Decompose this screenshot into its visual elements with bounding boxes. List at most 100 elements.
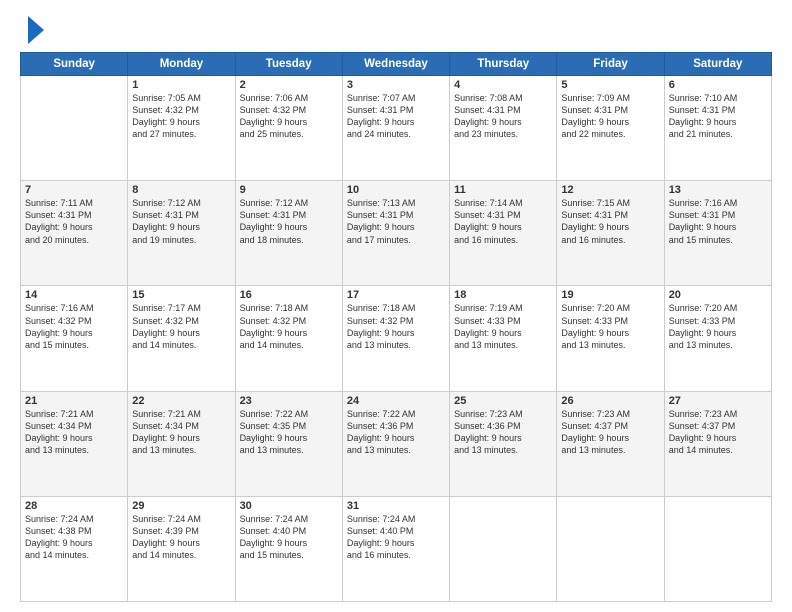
- logo: [20, 16, 44, 44]
- logo-arrow-icon: [28, 16, 44, 44]
- day-number: 22: [132, 395, 230, 407]
- day-number: 21: [25, 395, 123, 407]
- day-number: 5: [561, 79, 659, 91]
- day-info: Sunrise: 7:22 AMSunset: 4:35 PMDaylight:…: [240, 408, 338, 457]
- calendar-cell: 5Sunrise: 7:09 AMSunset: 4:31 PMDaylight…: [557, 76, 664, 181]
- day-info: Sunrise: 7:12 AMSunset: 4:31 PMDaylight:…: [132, 197, 230, 246]
- day-number: 28: [25, 500, 123, 512]
- day-info: Sunrise: 7:16 AMSunset: 4:31 PMDaylight:…: [669, 197, 767, 246]
- day-info: Sunrise: 7:23 AMSunset: 4:36 PMDaylight:…: [454, 408, 552, 457]
- day-info: Sunrise: 7:17 AMSunset: 4:32 PMDaylight:…: [132, 302, 230, 351]
- week-row-4: 21Sunrise: 7:21 AMSunset: 4:34 PMDayligh…: [21, 391, 772, 496]
- day-info: Sunrise: 7:06 AMSunset: 4:32 PMDaylight:…: [240, 92, 338, 141]
- col-header-tuesday: Tuesday: [235, 53, 342, 76]
- calendar-cell: [664, 496, 771, 601]
- calendar-cell: 21Sunrise: 7:21 AMSunset: 4:34 PMDayligh…: [21, 391, 128, 496]
- day-info: Sunrise: 7:18 AMSunset: 4:32 PMDaylight:…: [347, 302, 445, 351]
- calendar-cell: 16Sunrise: 7:18 AMSunset: 4:32 PMDayligh…: [235, 286, 342, 391]
- day-info: Sunrise: 7:23 AMSunset: 4:37 PMDaylight:…: [669, 408, 767, 457]
- day-info: Sunrise: 7:05 AMSunset: 4:32 PMDaylight:…: [132, 92, 230, 141]
- day-number: 24: [347, 395, 445, 407]
- day-info: Sunrise: 7:16 AMSunset: 4:32 PMDaylight:…: [25, 302, 123, 351]
- day-number: 19: [561, 289, 659, 301]
- col-header-friday: Friday: [557, 53, 664, 76]
- day-info: Sunrise: 7:13 AMSunset: 4:31 PMDaylight:…: [347, 197, 445, 246]
- day-info: Sunrise: 7:20 AMSunset: 4:33 PMDaylight:…: [561, 302, 659, 351]
- day-info: Sunrise: 7:21 AMSunset: 4:34 PMDaylight:…: [132, 408, 230, 457]
- week-row-5: 28Sunrise: 7:24 AMSunset: 4:38 PMDayligh…: [21, 496, 772, 601]
- calendar-cell: 28Sunrise: 7:24 AMSunset: 4:38 PMDayligh…: [21, 496, 128, 601]
- calendar-cell: 4Sunrise: 7:08 AMSunset: 4:31 PMDaylight…: [450, 76, 557, 181]
- calendar-cell: 22Sunrise: 7:21 AMSunset: 4:34 PMDayligh…: [128, 391, 235, 496]
- day-number: 16: [240, 289, 338, 301]
- calendar-cell: 29Sunrise: 7:24 AMSunset: 4:39 PMDayligh…: [128, 496, 235, 601]
- calendar-cell: 15Sunrise: 7:17 AMSunset: 4:32 PMDayligh…: [128, 286, 235, 391]
- calendar-cell: 20Sunrise: 7:20 AMSunset: 4:33 PMDayligh…: [664, 286, 771, 391]
- day-number: 9: [240, 184, 338, 196]
- day-info: Sunrise: 7:07 AMSunset: 4:31 PMDaylight:…: [347, 92, 445, 141]
- calendar-cell: 23Sunrise: 7:22 AMSunset: 4:35 PMDayligh…: [235, 391, 342, 496]
- calendar-cell: 9Sunrise: 7:12 AMSunset: 4:31 PMDaylight…: [235, 181, 342, 286]
- day-info: Sunrise: 7:11 AMSunset: 4:31 PMDaylight:…: [25, 197, 123, 246]
- day-number: 26: [561, 395, 659, 407]
- day-info: Sunrise: 7:22 AMSunset: 4:36 PMDaylight:…: [347, 408, 445, 457]
- calendar-cell: 1Sunrise: 7:05 AMSunset: 4:32 PMDaylight…: [128, 76, 235, 181]
- day-number: 8: [132, 184, 230, 196]
- day-number: 25: [454, 395, 552, 407]
- header: [20, 16, 772, 44]
- day-info: Sunrise: 7:08 AMSunset: 4:31 PMDaylight:…: [454, 92, 552, 141]
- day-number: 6: [669, 79, 767, 91]
- calendar-cell: 25Sunrise: 7:23 AMSunset: 4:36 PMDayligh…: [450, 391, 557, 496]
- calendar-cell: 30Sunrise: 7:24 AMSunset: 4:40 PMDayligh…: [235, 496, 342, 601]
- calendar-cell: 2Sunrise: 7:06 AMSunset: 4:32 PMDaylight…: [235, 76, 342, 181]
- calendar-cell: 12Sunrise: 7:15 AMSunset: 4:31 PMDayligh…: [557, 181, 664, 286]
- day-info: Sunrise: 7:15 AMSunset: 4:31 PMDaylight:…: [561, 197, 659, 246]
- day-info: Sunrise: 7:24 AMSunset: 4:40 PMDaylight:…: [240, 513, 338, 562]
- day-number: 17: [347, 289, 445, 301]
- calendar-cell: 8Sunrise: 7:12 AMSunset: 4:31 PMDaylight…: [128, 181, 235, 286]
- calendar-cell: 3Sunrise: 7:07 AMSunset: 4:31 PMDaylight…: [342, 76, 449, 181]
- calendar-cell: 17Sunrise: 7:18 AMSunset: 4:32 PMDayligh…: [342, 286, 449, 391]
- calendar-cell: 14Sunrise: 7:16 AMSunset: 4:32 PMDayligh…: [21, 286, 128, 391]
- calendar-cell: 26Sunrise: 7:23 AMSunset: 4:37 PMDayligh…: [557, 391, 664, 496]
- calendar-cell: 18Sunrise: 7:19 AMSunset: 4:33 PMDayligh…: [450, 286, 557, 391]
- calendar-cell: 31Sunrise: 7:24 AMSunset: 4:40 PMDayligh…: [342, 496, 449, 601]
- week-row-2: 7Sunrise: 7:11 AMSunset: 4:31 PMDaylight…: [21, 181, 772, 286]
- day-info: Sunrise: 7:21 AMSunset: 4:34 PMDaylight:…: [25, 408, 123, 457]
- day-info: Sunrise: 7:24 AMSunset: 4:39 PMDaylight:…: [132, 513, 230, 562]
- calendar-cell: 7Sunrise: 7:11 AMSunset: 4:31 PMDaylight…: [21, 181, 128, 286]
- calendar-cell: 10Sunrise: 7:13 AMSunset: 4:31 PMDayligh…: [342, 181, 449, 286]
- day-number: 1: [132, 79, 230, 91]
- week-row-3: 14Sunrise: 7:16 AMSunset: 4:32 PMDayligh…: [21, 286, 772, 391]
- day-number: 12: [561, 184, 659, 196]
- day-info: Sunrise: 7:20 AMSunset: 4:33 PMDaylight:…: [669, 302, 767, 351]
- day-info: Sunrise: 7:18 AMSunset: 4:32 PMDaylight:…: [240, 302, 338, 351]
- col-header-monday: Monday: [128, 53, 235, 76]
- day-number: 4: [454, 79, 552, 91]
- day-number: 13: [669, 184, 767, 196]
- day-info: Sunrise: 7:10 AMSunset: 4:31 PMDaylight:…: [669, 92, 767, 141]
- day-number: 30: [240, 500, 338, 512]
- day-info: Sunrise: 7:24 AMSunset: 4:40 PMDaylight:…: [347, 513, 445, 562]
- day-number: 29: [132, 500, 230, 512]
- header-row: SundayMondayTuesdayWednesdayThursdayFrid…: [21, 53, 772, 76]
- day-number: 2: [240, 79, 338, 91]
- day-number: 10: [347, 184, 445, 196]
- col-header-sunday: Sunday: [21, 53, 128, 76]
- day-info: Sunrise: 7:12 AMSunset: 4:31 PMDaylight:…: [240, 197, 338, 246]
- day-number: 18: [454, 289, 552, 301]
- day-number: 14: [25, 289, 123, 301]
- calendar-cell: 24Sunrise: 7:22 AMSunset: 4:36 PMDayligh…: [342, 391, 449, 496]
- day-info: Sunrise: 7:14 AMSunset: 4:31 PMDaylight:…: [454, 197, 552, 246]
- day-info: Sunrise: 7:24 AMSunset: 4:38 PMDaylight:…: [25, 513, 123, 562]
- day-info: Sunrise: 7:23 AMSunset: 4:37 PMDaylight:…: [561, 408, 659, 457]
- col-header-wednesday: Wednesday: [342, 53, 449, 76]
- day-info: Sunrise: 7:09 AMSunset: 4:31 PMDaylight:…: [561, 92, 659, 141]
- day-number: 11: [454, 184, 552, 196]
- day-number: 20: [669, 289, 767, 301]
- day-info: Sunrise: 7:19 AMSunset: 4:33 PMDaylight:…: [454, 302, 552, 351]
- day-number: 7: [25, 184, 123, 196]
- day-number: 15: [132, 289, 230, 301]
- col-header-thursday: Thursday: [450, 53, 557, 76]
- week-row-1: 1Sunrise: 7:05 AMSunset: 4:32 PMDaylight…: [21, 76, 772, 181]
